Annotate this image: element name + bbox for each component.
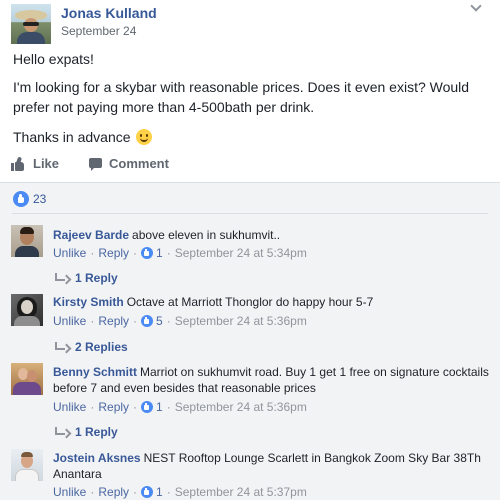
- post-greeting: Hello expats!: [13, 51, 94, 67]
- like-reaction-icon: [141, 401, 154, 413]
- chevron-down-icon[interactable]: [470, 1, 482, 13]
- reaction-count: 23: [33, 192, 47, 206]
- post-card: Jonas Kulland September 24 Hello expats!…: [0, 0, 500, 182]
- reply-link[interactable]: Reply: [98, 246, 129, 260]
- comment-meta: Unlike · Reply · 5 · September 24 at 5:36pm: [53, 314, 307, 328]
- comment-timestamp[interactable]: September 24 at 5:34pm: [175, 246, 307, 260]
- view-replies-link[interactable]: 2 Replies: [53, 339, 128, 355]
- reply-link[interactable]: Reply: [98, 485, 129, 499]
- comments-section: 23 Rajeev Barde above eleven in sukhumvit…: [0, 182, 500, 500]
- avatar[interactable]: [11, 363, 43, 395]
- comment-meta: Unlike · Reply · 1 · September 24 at 5:37pm: [53, 485, 307, 499]
- reply-link[interactable]: Reply: [98, 314, 129, 328]
- comment-button-label: Comment: [109, 156, 169, 171]
- comment-like-count[interactable]: 1: [156, 246, 163, 260]
- comment-meta: Unlike · Reply · 1 · September 24 at 5:36pm: [53, 400, 307, 414]
- post-body: Hello expats! I'm looking for a skybar w…: [13, 49, 488, 153]
- reply-link[interactable]: Reply: [98, 400, 129, 414]
- comment-text: Jostein Aksnes NEST Rooftop Lounge Scarle…: [53, 450, 493, 482]
- post-thanks-line: Thanks in advance: [13, 127, 488, 147]
- avatar[interactable]: [11, 225, 43, 257]
- speech-bubble-icon: [89, 158, 102, 171]
- comment-text: Kirsty Smith Octave at Marriott Thonglor …: [53, 294, 493, 310]
- like-button-label: Like: [33, 156, 60, 171]
- reply-arrow-icon: [55, 427, 65, 435]
- comment-author[interactable]: Kirsty Smith: [53, 295, 124, 309]
- reaction-summary[interactable]: 23: [13, 190, 46, 208]
- reply-arrow-icon: [55, 342, 65, 350]
- comment-meta: Unlike · Reply · 1 · September 24 at 5:34pm: [53, 246, 307, 260]
- post-author-name[interactable]: Jonas Kulland: [61, 5, 157, 21]
- unlike-link[interactable]: Unlike: [53, 400, 86, 414]
- like-button[interactable]: Like: [11, 155, 59, 173]
- comment-author[interactable]: Jostein Aksnes: [53, 451, 141, 465]
- comment-text: Rajeev Barde above eleven in sukhumvit..: [53, 227, 493, 243]
- comment-body: above eleven in sukhumvit..: [132, 228, 281, 242]
- comment-button[interactable]: Comment: [87, 155, 500, 173]
- avatar[interactable]: [11, 449, 43, 481]
- smiley-emoji-icon: [136, 129, 153, 145]
- comment-timestamp[interactable]: September 24 at 5:36pm: [175, 314, 307, 328]
- like-reaction-icon: [13, 191, 29, 207]
- unlike-link[interactable]: Unlike: [53, 246, 86, 260]
- view-replies-link[interactable]: 1 Reply: [53, 270, 118, 286]
- post-author-avatar[interactable]: [11, 4, 51, 44]
- comment-author[interactable]: Benny Schmitt: [53, 365, 137, 379]
- post-action-bar: Like Comment: [0, 146, 500, 182]
- comment-like-count[interactable]: 1: [156, 485, 163, 499]
- comment-like-count[interactable]: 1: [156, 400, 163, 414]
- unlike-link[interactable]: Unlike: [53, 314, 86, 328]
- like-reaction-icon: [141, 315, 154, 327]
- comment-body: Octave at Marriott Thonglor do happy hou…: [126, 295, 374, 309]
- replies-label: 2 Replies: [75, 340, 128, 354]
- post-timestamp[interactable]: September 24: [61, 24, 136, 38]
- unlike-link[interactable]: Unlike: [53, 485, 86, 499]
- post-thanks-text: Thanks in advance: [13, 129, 131, 145]
- view-replies-link[interactable]: 1 Reply: [53, 424, 118, 440]
- reply-arrow-icon: [55, 273, 65, 281]
- avatar[interactable]: [11, 294, 43, 326]
- post-question: I'm looking for a skybar with reasonable…: [13, 79, 470, 115]
- comment-text: Benny Schmitt Marriot on sukhumvit road. …: [53, 364, 493, 396]
- comment-timestamp[interactable]: September 24 at 5:36pm: [175, 400, 307, 414]
- thumbs-up-icon: [11, 156, 25, 171]
- comment-like-count[interactable]: 5: [156, 314, 163, 328]
- divider: [12, 213, 488, 214]
- like-reaction-icon: [141, 486, 154, 498]
- comment-author[interactable]: Rajeev Barde: [53, 228, 129, 242]
- like-reaction-icon: [141, 247, 154, 259]
- replies-label: 1 Reply: [75, 271, 118, 285]
- replies-label: 1 Reply: [75, 425, 118, 439]
- comment-timestamp[interactable]: September 24 at 5:37pm: [175, 485, 307, 499]
